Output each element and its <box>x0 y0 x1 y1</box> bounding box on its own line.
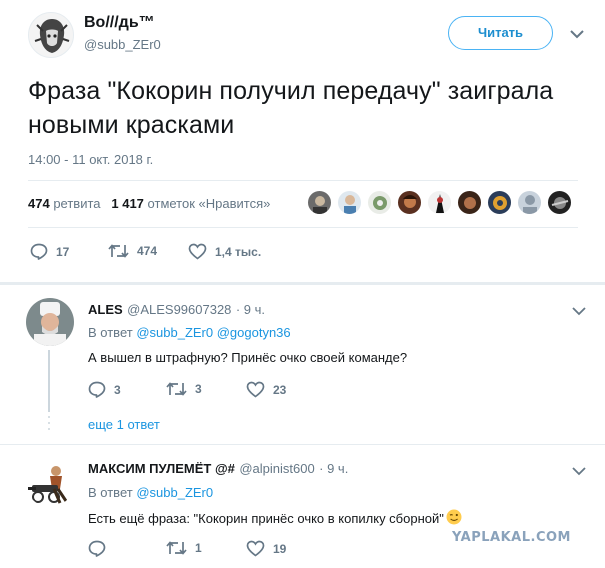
wink-emoji-icon <box>446 509 462 528</box>
like-action[interactable]: 23 <box>246 381 286 398</box>
liker-avatar[interactable] <box>367 190 392 215</box>
author-avatar[interactable] <box>28 12 74 58</box>
retweet-action[interactable]: 3 <box>166 381 202 397</box>
retweet-action[interactable]: 1 <box>166 540 202 556</box>
retweet-icon[interactable] <box>108 243 129 259</box>
retweets-count[interactable]: 474 <box>28 196 50 211</box>
divider <box>28 227 578 228</box>
chevron-down-icon[interactable] <box>570 26 584 44</box>
liker-avatar[interactable] <box>547 190 572 215</box>
divider <box>0 444 605 445</box>
retweet-count: 3 <box>195 382 202 396</box>
retweet-icon[interactable] <box>166 381 187 397</box>
reply-header: ALES @ALES99607328 · 9 ч. <box>88 301 265 319</box>
reply-count: 17 <box>56 244 70 259</box>
reply-author-handle[interactable]: @alpinist600 <box>239 461 314 476</box>
reply-header: МАКСИМ ПУЛЕМЁТ @# @alpinist600 · 9 ч. <box>88 460 348 478</box>
liker-avatar[interactable] <box>337 190 362 215</box>
reply-text: А вышел в штрафную? Принёс очко своей ко… <box>88 350 408 365</box>
in-reply-to-link[interactable]: @subb_ZEr0 @gogotyn36 <box>136 325 290 340</box>
liker-avatar[interactable] <box>397 190 422 215</box>
like-count: 23 <box>273 382 287 397</box>
reply-avatar[interactable] <box>26 459 74 507</box>
like-action[interactable]: 19 <box>246 540 286 557</box>
reply-time[interactable]: · 9 ч. <box>236 302 265 317</box>
liker-avatar[interactable] <box>457 190 482 215</box>
likes-count[interactable]: 1 417 <box>111 196 144 211</box>
divider <box>28 180 578 181</box>
reply-author-handle[interactable]: @ALES99607328 <box>127 302 231 317</box>
author-name[interactable]: Во///дь™ <box>84 14 155 32</box>
chevron-down-icon[interactable] <box>572 303 586 321</box>
tweet-stats: 474 ретвита 1 417 отметок «Нравится» <box>28 196 270 211</box>
retweet-icon[interactable] <box>166 540 187 556</box>
like-icon[interactable] <box>246 381 265 398</box>
reply-author-name[interactable]: МАКСИМ ПУЛЕМЁТ @# <box>88 461 235 476</box>
reply-body: Есть ещё фраза: "Кокорин принёс очко в к… <box>88 509 462 528</box>
liker-avatar[interactable] <box>307 190 332 215</box>
reply-text: Есть ещё фраза: "Кокорин принёс очко в к… <box>88 511 444 526</box>
in-reply-to: В ответ @subb_ZEr0 @gogotyn36 <box>88 325 291 340</box>
in-reply-prefix: В ответ <box>88 485 133 500</box>
reply-author-name[interactable]: ALES <box>88 302 123 317</box>
tweet-timestamp[interactable]: 14:00 - 11 окт. 2018 г. <box>28 152 153 167</box>
tweet-text: Фраза "Кокорин получил передачу" заиграл… <box>28 77 554 139</box>
reply-icon[interactable] <box>30 243 48 260</box>
thread-dots <box>48 415 50 436</box>
watermark: YAPLAKAL.COM <box>452 530 571 545</box>
reply-icon[interactable] <box>88 381 106 398</box>
author-handle[interactable]: @subb_ZEr0 <box>84 37 161 52</box>
liker-avatar[interactable] <box>427 190 452 215</box>
reply-time[interactable]: · 9 ч. <box>319 461 348 476</box>
section-divider <box>0 282 605 285</box>
liker-avatar[interactable] <box>517 190 542 215</box>
retweet-count: 1 <box>195 541 202 555</box>
follow-button[interactable]: Читать <box>448 16 553 50</box>
retweet-action[interactable]: 474 <box>108 243 157 259</box>
in-reply-to: В ответ @subb_ZEr0 <box>88 485 213 500</box>
like-count: 1,4 тыс. <box>215 244 262 259</box>
retweets-label[interactable]: ретвита <box>53 196 100 211</box>
reply-action[interactable]: 17 <box>30 243 69 260</box>
retweet-count: 474 <box>137 244 158 258</box>
likes-label[interactable]: отметок «Нравится» <box>148 196 271 211</box>
reply-action[interactable] <box>88 540 114 557</box>
chevron-down-icon[interactable] <box>572 463 586 481</box>
liker-avatar[interactable] <box>487 190 512 215</box>
like-count: 19 <box>273 541 287 556</box>
reply-icon[interactable] <box>88 540 106 557</box>
like-icon[interactable] <box>188 243 207 260</box>
show-more-replies-link[interactable]: еще 1 ответ <box>88 417 160 432</box>
reply-action[interactable]: 3 <box>88 381 121 398</box>
thread-line <box>48 350 50 412</box>
in-reply-to-link[interactable]: @subb_ZEr0 <box>136 485 213 500</box>
like-action[interactable]: 1,4 тыс. <box>188 243 261 260</box>
reply-count: 3 <box>114 382 121 397</box>
like-icon[interactable] <box>246 540 265 557</box>
in-reply-prefix: В ответ <box>88 325 133 340</box>
reply-avatar[interactable] <box>26 298 74 346</box>
